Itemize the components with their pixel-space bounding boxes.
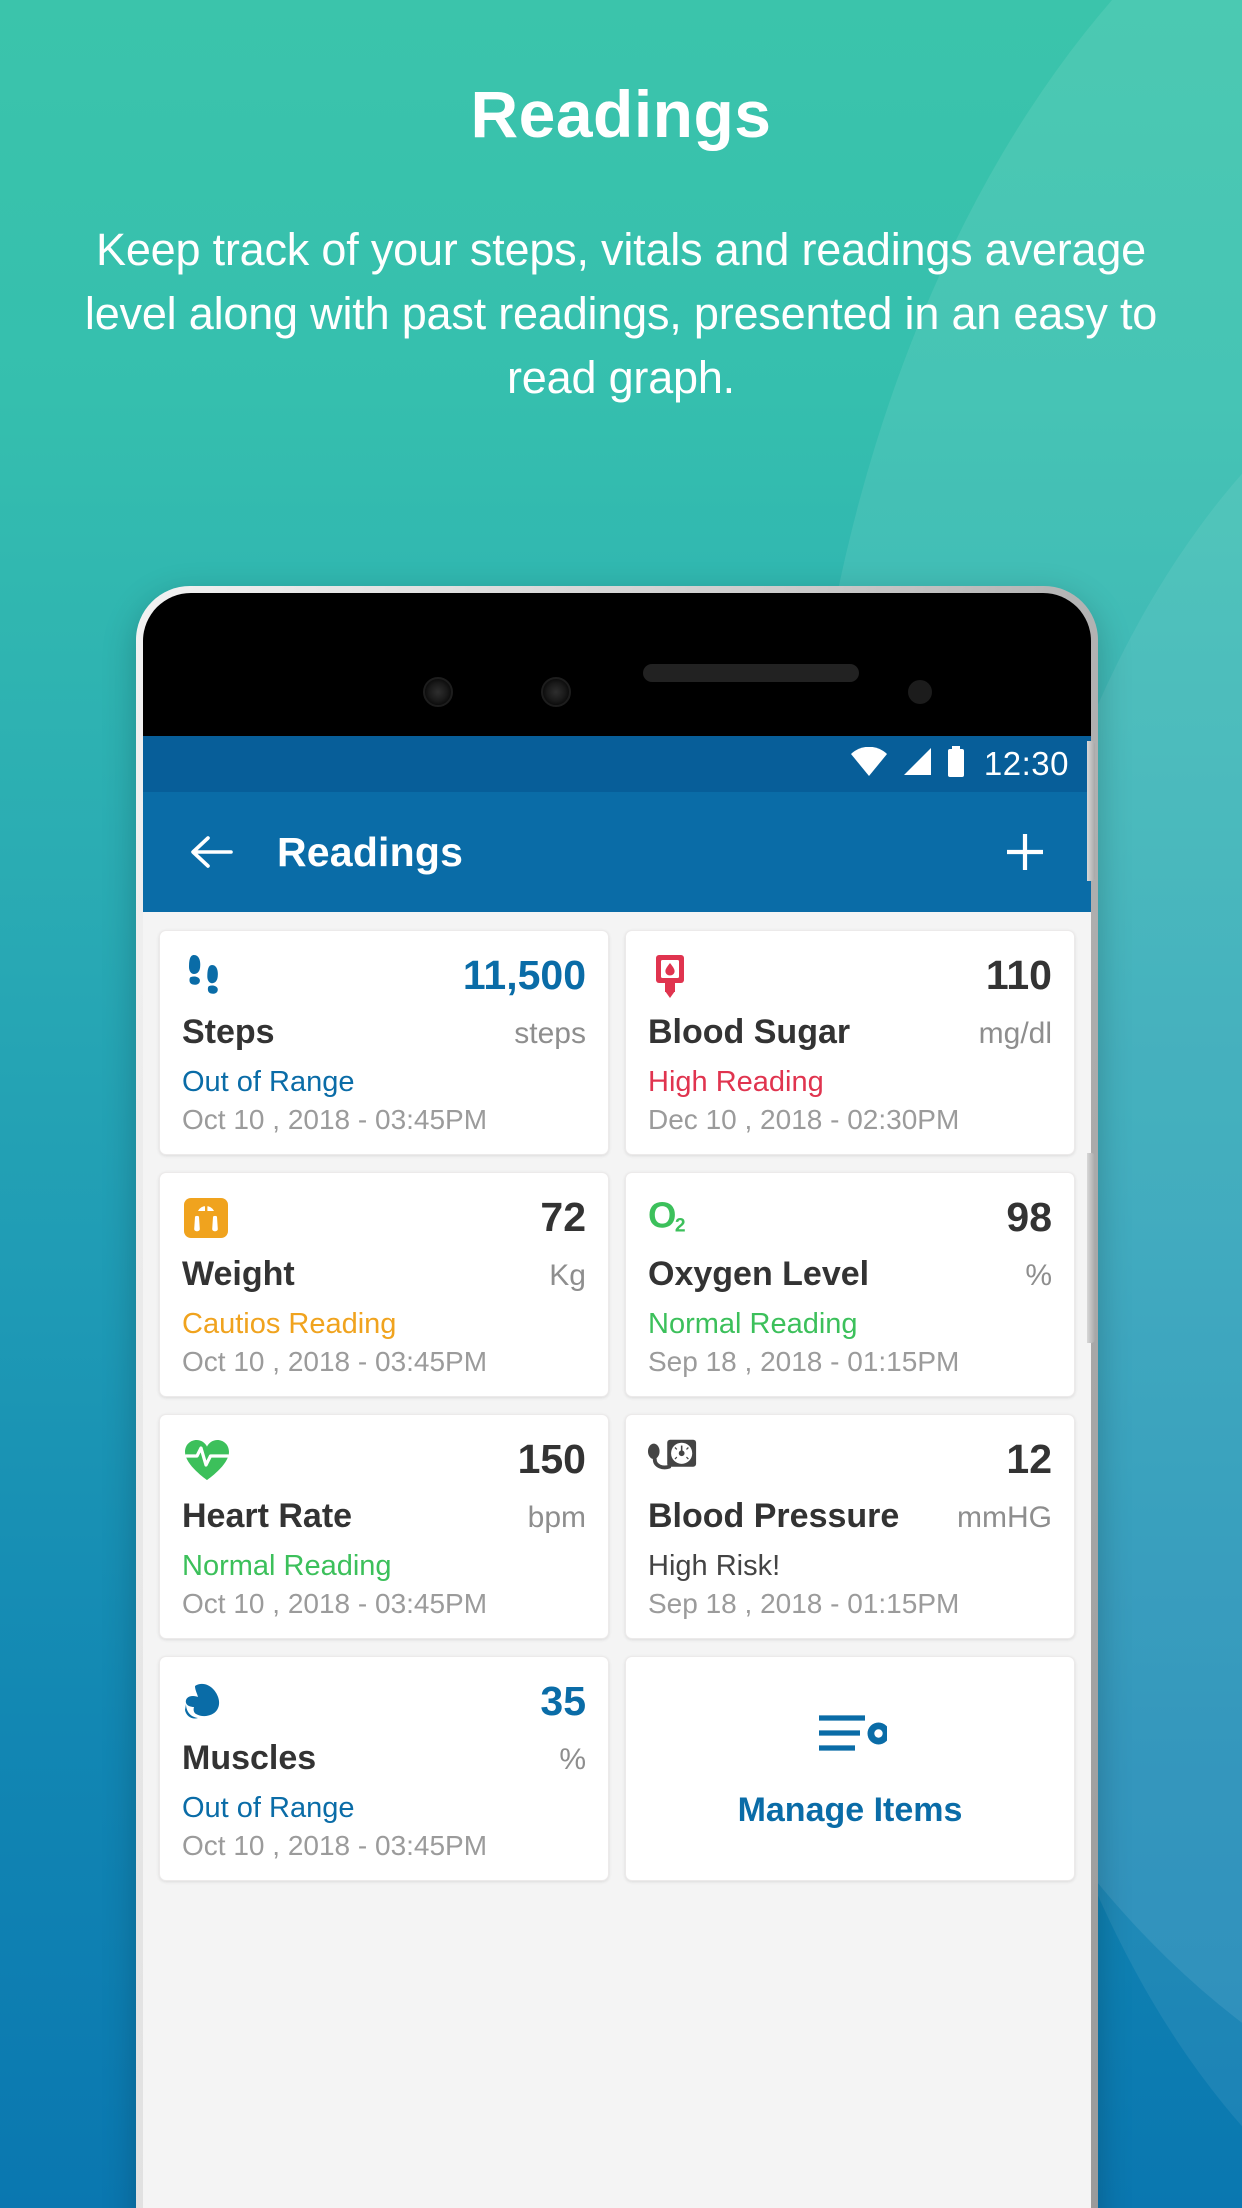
weight-scale-icon: [182, 1193, 232, 1243]
list-settings-icon: [813, 1708, 890, 1767]
status-badge: Normal Reading: [182, 1550, 392, 1582]
status-badge: High Risk!: [648, 1550, 781, 1582]
card-mid-row: Blood Sugar mg/dl: [648, 1013, 1052, 1052]
card-timestamp: Sep 18 , 2018 - 01:15PM: [648, 1588, 960, 1619]
card-unit: mmHG: [957, 1501, 1052, 1534]
status-bar-clock: 12:30: [983, 745, 1069, 782]
status-badge: Normal Reading: [648, 1308, 858, 1340]
promo-background: Readings Keep track of your steps, vital…: [0, 0, 1242, 2208]
manage-items-button[interactable]: Manage Items: [625, 1656, 1075, 1881]
muscle-arm-icon: [182, 1677, 232, 1727]
card-timestamp: Sep 18 , 2018 - 01:15PM: [648, 1346, 960, 1377]
card-top-row: 150: [182, 1435, 586, 1493]
oxygen-o2-icon: O 2: [648, 1193, 698, 1243]
card-top-row: 11,500: [182, 951, 586, 1009]
footsteps-icon: [182, 951, 232, 1001]
status-badge: High Reading: [648, 1066, 824, 1098]
front-camera-icon: [423, 677, 453, 707]
heart-pulse-icon: [182, 1435, 232, 1485]
card-mid-row: Steps steps: [182, 1013, 586, 1052]
card-name: Heart Rate: [182, 1497, 353, 1535]
card-top-row: 12: [648, 1435, 1052, 1493]
earpiece-speaker: [643, 664, 859, 682]
card-unit: Kg: [549, 1259, 586, 1292]
reading-card-muscles[interactable]: 35 Muscles % Out of Range Oct 10 , 2018 …: [159, 1656, 609, 1881]
status-badge: Out of Range: [182, 1792, 355, 1824]
promo-subheading: Keep track of your steps, vitals and rea…: [84, 224, 1158, 403]
phone-bezel: 12:30 Readings 11,500 Steps steps Out of…: [143, 593, 1095, 2208]
phone-volume-button: [1087, 741, 1095, 881]
phone-screen: 12:30 Readings 11,500 Steps steps Out of…: [143, 736, 1091, 2208]
blood-pressure-monitor-icon: [648, 1435, 698, 1485]
plus-icon[interactable]: [999, 826, 1051, 878]
card-value: 98: [1006, 1194, 1052, 1240]
card-unit: %: [559, 1743, 586, 1776]
card-unit: steps: [514, 1017, 586, 1050]
card-name: Muscles: [182, 1739, 317, 1777]
page-title: Readings: [277, 828, 464, 875]
card-unit: %: [1025, 1259, 1052, 1292]
card-value: 150: [517, 1436, 586, 1482]
card-name: Blood Sugar: [648, 1013, 851, 1051]
svg-text:2: 2: [675, 1215, 686, 1236]
card-mid-row: Muscles %: [182, 1739, 586, 1778]
reading-card-weight[interactable]: 72 Weight Kg Cautios Reading Oct 10 , 20…: [159, 1172, 609, 1397]
reading-card-steps[interactable]: 11,500 Steps steps Out of Range Oct 10 ,…: [159, 930, 609, 1155]
card-timestamp: Oct 10 , 2018 - 03:45PM: [182, 1104, 488, 1135]
wifi-icon: [850, 746, 888, 782]
card-name: Oxygen Level: [648, 1255, 870, 1293]
blood-bag-icon: [648, 951, 698, 1001]
card-top-row: 110: [648, 951, 1052, 1009]
proximity-sensor-icon: [908, 680, 932, 704]
manage-items-label: Manage Items: [737, 1790, 963, 1829]
reading-card-oxygen-level[interactable]: O 2 98 Oxygen Level % Normal Reading Sep…: [625, 1172, 1075, 1397]
card-timestamp: Oct 10 , 2018 - 03:45PM: [182, 1588, 488, 1619]
card-top-row: 72: [182, 1193, 586, 1251]
svg-text:O: O: [648, 1195, 676, 1236]
card-mid-row: Oxygen Level %: [648, 1255, 1052, 1294]
cell-signal-icon: [901, 747, 933, 782]
promo-heading: Readings: [470, 77, 772, 151]
reading-card-blood-sugar[interactable]: 110 Blood Sugar mg/dl High Reading Dec 1…: [625, 930, 1075, 1155]
readings-grid: 11,500 Steps steps Out of Range Oct 10 ,…: [143, 912, 1091, 2208]
phone-power-button: [1087, 1153, 1095, 1343]
card-name: Blood Pressure: [648, 1497, 900, 1535]
app-toolbar: Readings: [143, 792, 1091, 912]
card-mid-row: Blood Pressure mmHG: [648, 1497, 1052, 1536]
front-camera-secondary-icon: [541, 677, 571, 707]
card-unit: bpm: [527, 1501, 586, 1534]
card-value: 12: [1006, 1436, 1052, 1482]
status-badge: Out of Range: [182, 1066, 355, 1098]
card-top-row: O 2 98: [648, 1193, 1052, 1251]
card-name: Weight: [182, 1255, 295, 1293]
card-value: 110: [985, 952, 1052, 998]
card-unit: mg/dl: [978, 1017, 1052, 1050]
card-timestamp: Dec 10 , 2018 - 02:30PM: [648, 1104, 960, 1135]
status-badge: Cautios Reading: [182, 1308, 397, 1340]
card-value: 72: [540, 1194, 586, 1240]
card-mid-row: Heart Rate bpm: [182, 1497, 586, 1536]
back-arrow-icon[interactable]: [187, 828, 235, 876]
card-mid-row: Weight Kg: [182, 1255, 586, 1294]
phone-mockup: 12:30 Readings 11,500 Steps steps Out of…: [136, 586, 1098, 2208]
reading-card-blood-pressure[interactable]: 12 Blood Pressure mmHG High Risk! Sep 18…: [625, 1414, 1075, 1639]
card-top-row: 35: [182, 1677, 586, 1735]
card-timestamp: Oct 10 , 2018 - 03:45PM: [182, 1346, 488, 1377]
card-name: Steps: [182, 1013, 275, 1051]
status-bar: 12:30: [143, 736, 1091, 792]
reading-card-heart-rate[interactable]: 150 Heart Rate bpm Normal Reading Oct 10…: [159, 1414, 609, 1639]
card-value: 35: [540, 1678, 586, 1724]
card-timestamp: Oct 10 , 2018 - 03:45PM: [182, 1830, 488, 1861]
battery-icon: [946, 745, 966, 783]
card-value: 11,500: [462, 952, 586, 998]
